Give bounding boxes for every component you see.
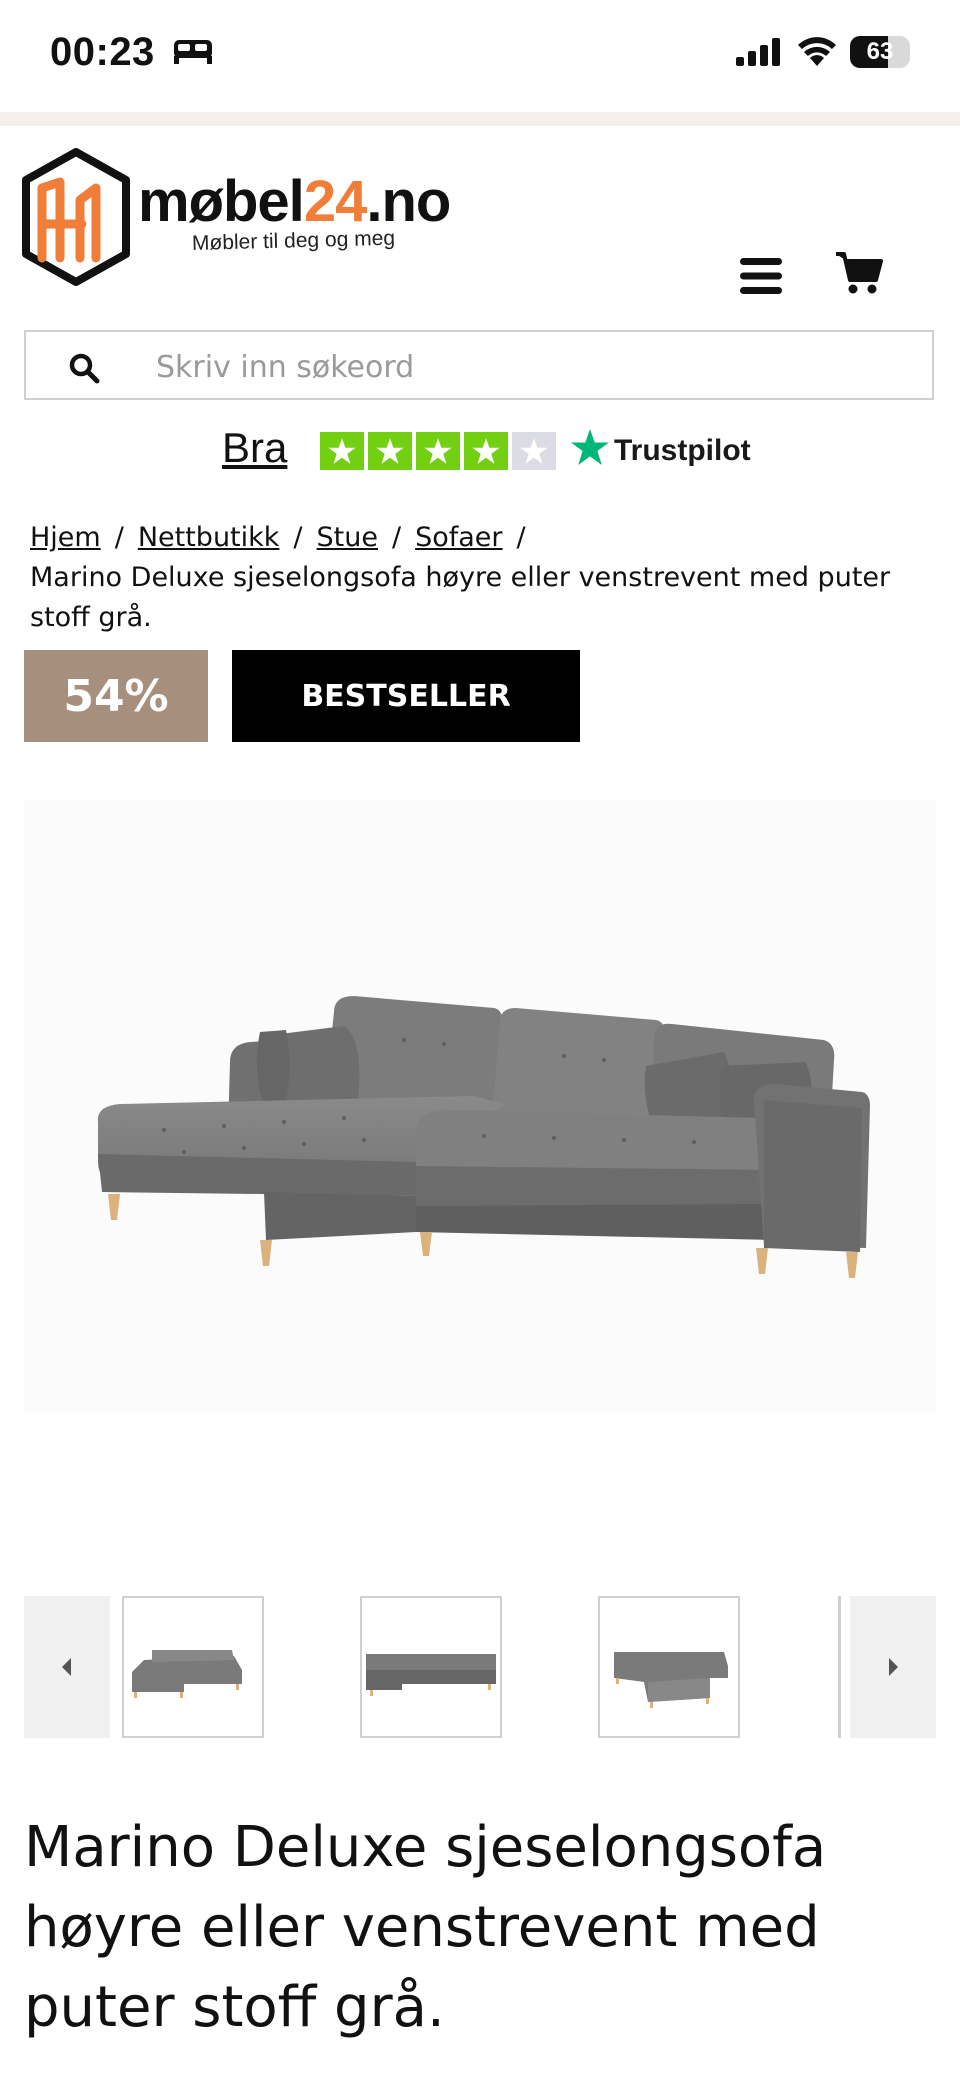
logo-text-accent: 24 [303, 169, 368, 234]
status-time: 00:23 [50, 30, 155, 74]
logo-icon[interactable] [20, 148, 132, 292]
product-main-image[interactable] [24, 800, 936, 1412]
breadcrumb-link-stue[interactable]: Stue [317, 522, 378, 553]
logo-tagline: Møbler til deg og meg [191, 226, 396, 255]
logo-text-prefix: møbel [138, 169, 305, 234]
trustpilot-logo-star-icon [570, 428, 610, 470]
breadcrumb-separator: / [516, 522, 526, 553]
trustpilot-rating-word[interactable]: Bra [222, 424, 287, 472]
search-bar[interactable] [24, 330, 934, 400]
bestseller-badge: BESTSELLER [232, 650, 580, 742]
breadcrumb-link-nettbutikk[interactable]: Nettbutikk [138, 522, 280, 553]
product-title: Marino Deluxe sjeselongsofa høyre eller … [24, 1815, 827, 2040]
search-icon[interactable] [68, 352, 100, 388]
menu-icon[interactable] [738, 256, 784, 300]
search-input[interactable] [154, 344, 898, 390]
cart-icon[interactable] [834, 250, 884, 300]
trustpilot-stars[interactable] [320, 432, 556, 470]
bed-icon [172, 38, 214, 70]
battery-level: 63 [866, 38, 894, 65]
carousel-next-button[interactable] [850, 1596, 936, 1738]
trustpilot-star-empty-icon [512, 432, 556, 470]
breadcrumb: Hjem / Nettbutikk / Stue / Sofaer / Marino Delu… [30, 518, 930, 638]
trustpilot-star-filled-icon [464, 432, 508, 470]
wifi-icon [796, 34, 838, 70]
carousel-prev-button[interactable] [24, 1596, 110, 1738]
thumbnail-3[interactable] [598, 1596, 740, 1738]
breadcrumb-separator: / [293, 522, 303, 553]
chevron-left-icon [62, 1658, 71, 1676]
chevron-right-icon [889, 1658, 898, 1676]
breadcrumb-separator: / [391, 522, 402, 553]
breadcrumb-link-hjem[interactable]: Hjem [30, 522, 101, 553]
thumbnail-partial [838, 1596, 841, 1738]
trustpilot-brand[interactable]: Trustpilot [614, 434, 751, 468]
logo-wordmark[interactable]: møbel24.no [138, 168, 451, 235]
top-strip [0, 112, 960, 126]
breadcrumb-separator: / [114, 522, 124, 553]
discount-badge: 54% [24, 650, 208, 742]
cellular-signal-icon [736, 38, 782, 70]
battery-indicator: 63 [850, 36, 910, 68]
trustpilot-star-filled-icon [320, 432, 364, 470]
thumbnail-2[interactable] [360, 1596, 502, 1738]
breadcrumb-link-sofaer[interactable]: Sofaer [415, 522, 502, 553]
breadcrumb-current: Marino Deluxe sjeselongsofa høyre eller … [30, 562, 891, 633]
logo-text-suffix: .no [366, 169, 451, 234]
trustpilot-star-filled-icon [416, 432, 460, 470]
thumbnail-carousel [24, 1596, 936, 1738]
trustpilot-star-filled-icon [368, 432, 412, 470]
thumbnail-1[interactable] [122, 1596, 264, 1738]
